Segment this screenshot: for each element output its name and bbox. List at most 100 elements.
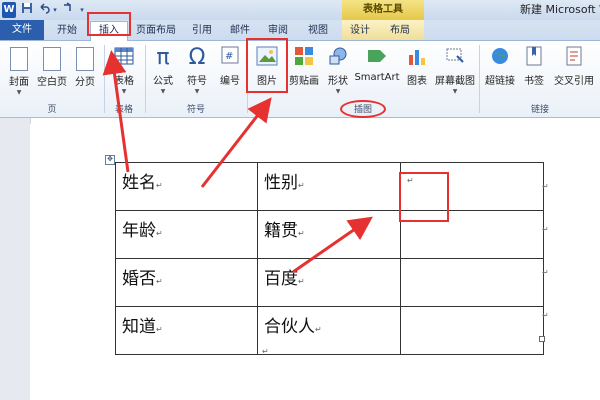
chevron-down-icon: ▼ bbox=[121, 88, 127, 95]
window-title: 新建 Microsoft Word bbox=[520, 3, 600, 16]
shapes-icon bbox=[327, 46, 349, 70]
pi-icon: π bbox=[156, 45, 170, 70]
paragraph-mark-icon: ↵ bbox=[156, 181, 163, 190]
end-of-row-mark-icon: ↵ bbox=[542, 311, 549, 320]
number-button[interactable]: # 编号 bbox=[216, 44, 244, 100]
clipart-button[interactable]: 剪贴画 bbox=[286, 44, 322, 100]
clipart-label: 剪贴画 bbox=[289, 76, 319, 87]
group-label-links: 链接 bbox=[530, 105, 549, 115]
annotation-box-picture-button bbox=[246, 38, 288, 93]
screenshot-icon bbox=[444, 46, 466, 70]
table-resize-handle[interactable] bbox=[539, 336, 545, 342]
page-break-label: 分页 bbox=[75, 77, 95, 88]
chevron-down-icon: ▼ bbox=[160, 88, 166, 95]
tab-file[interactable]: 文件 bbox=[0, 20, 44, 40]
document-table[interactable]: 姓名↵ 性别↵ ↵ 年龄↵ 籍贯↵ 婚否↵ 百度↵ 知道↵ 合伙人↵ bbox=[115, 162, 544, 355]
svg-text:#: # bbox=[225, 51, 233, 62]
end-of-row-mark-icon: ↵ bbox=[542, 182, 549, 191]
equation-button[interactable]: π 公式 ▼ bbox=[148, 44, 178, 100]
omega-icon: Ω bbox=[188, 45, 206, 70]
redo-icon[interactable] bbox=[62, 2, 74, 18]
tab-home[interactable]: 开始 bbox=[52, 22, 82, 40]
table-cell[interactable]: 年龄↵ bbox=[115, 210, 258, 259]
group-label-symbols: 符号 bbox=[186, 105, 205, 115]
table-row: 婚否↵ 百度↵ bbox=[115, 258, 544, 307]
save-icon[interactable] bbox=[20, 2, 33, 18]
customize-quick-access-icon[interactable]: ▾ bbox=[78, 2, 86, 18]
equation-label: 公式 bbox=[153, 76, 173, 87]
tab-view[interactable]: 视图 bbox=[304, 22, 332, 40]
table-cell[interactable] bbox=[400, 306, 544, 355]
chevron-down-icon: ▼ bbox=[452, 88, 458, 95]
cell-text: 籍贯 bbox=[264, 221, 298, 241]
paragraph-mark-icon: ↵ bbox=[315, 325, 322, 334]
cross-reference-button[interactable]: 交叉引用 bbox=[550, 44, 598, 100]
table-button[interactable]: 表格 ▼ bbox=[108, 44, 140, 100]
paragraph-mark-icon: ↵ bbox=[298, 277, 305, 286]
cell-text: 知道 bbox=[122, 317, 156, 337]
paragraph-mark-icon: ↵ bbox=[156, 277, 163, 286]
table-tools-context-title: 表格工具 bbox=[342, 0, 424, 20]
bookmark-label: 书签 bbox=[524, 76, 544, 87]
table-label: 表格 bbox=[114, 76, 134, 87]
blank-page-label: 空白页 bbox=[37, 77, 67, 88]
page-break-icon bbox=[76, 47, 94, 71]
shapes-button[interactable]: 形状 ▼ bbox=[324, 44, 352, 100]
undo-dropdown-icon[interactable]: ▾ bbox=[51, 2, 59, 18]
screenshot-button[interactable]: 屏幕截图 ▼ bbox=[432, 44, 478, 100]
paragraph-mark-icon: ↵ bbox=[298, 181, 305, 190]
paragraph-mark-icon: ↵ bbox=[298, 229, 305, 238]
cell-text: 合伙人 bbox=[264, 317, 315, 337]
table-cell[interactable]: 知道↵ bbox=[115, 306, 258, 355]
chevron-down-icon: ▼ bbox=[335, 88, 341, 95]
paragraph-mark-icon: ↵ bbox=[156, 229, 163, 238]
cell-text: 百度 bbox=[264, 269, 298, 289]
blank-page-icon bbox=[43, 47, 61, 71]
chart-button[interactable]: 图表 bbox=[402, 44, 432, 100]
globe-icon bbox=[489, 46, 511, 70]
bar-chart-icon bbox=[406, 46, 428, 70]
screenshot-label: 屏幕截图 bbox=[435, 76, 475, 87]
word-logo-icon: W bbox=[2, 2, 16, 18]
table-cell[interactable] bbox=[400, 258, 544, 307]
chevron-down-icon: ▼ bbox=[16, 89, 22, 96]
chevron-down-icon: ▼ bbox=[194, 88, 200, 95]
cover-page-label: 封面 bbox=[9, 77, 29, 88]
table-cell[interactable]: 合伙人↵ bbox=[257, 306, 401, 355]
blank-page-button[interactable]: 空白页 bbox=[34, 44, 70, 100]
table-row: 年龄↵ 籍贯↵ bbox=[115, 210, 544, 259]
hyperlink-label: 超链接 bbox=[485, 76, 515, 87]
tab-references[interactable]: 引用 bbox=[188, 22, 216, 40]
table-icon bbox=[113, 46, 135, 70]
cover-page-icon bbox=[10, 47, 28, 71]
tab-page-layout[interactable]: 页面布局 bbox=[132, 22, 180, 40]
table-move-handle-icon[interactable]: ✥ bbox=[105, 155, 115, 165]
smartart-icon bbox=[366, 46, 388, 70]
end-of-row-mark-icon: ↵ bbox=[542, 268, 549, 277]
table-cell[interactable]: 百度↵ bbox=[257, 258, 401, 307]
paragraph-mark-icon: ↵ bbox=[262, 347, 269, 356]
cell-text: 婚否 bbox=[122, 269, 156, 289]
cell-text: 年龄 bbox=[122, 221, 156, 241]
page-break-button[interactable]: 分页 bbox=[70, 44, 100, 100]
smartart-button[interactable]: SmartArt bbox=[354, 44, 400, 100]
symbol-label: 符号 bbox=[187, 76, 207, 87]
cover-page-button[interactable]: 封面 ▼ bbox=[4, 44, 34, 100]
undo-icon[interactable] bbox=[38, 2, 50, 18]
table-row: 知道↵ 合伙人↵ bbox=[115, 306, 544, 355]
table-cell[interactable]: 姓名↵ bbox=[115, 162, 258, 211]
table-cell[interactable]: 婚否↵ bbox=[115, 258, 258, 307]
clipart-icon bbox=[293, 46, 315, 70]
shapes-label: 形状 bbox=[328, 76, 348, 87]
table-cell[interactable]: 籍贯↵ bbox=[257, 210, 401, 259]
bookmark-icon bbox=[523, 46, 545, 70]
hyperlink-button[interactable]: 超链接 bbox=[482, 44, 518, 100]
bookmark-button[interactable]: 书签 bbox=[520, 44, 548, 100]
number-icon: # bbox=[219, 46, 241, 70]
symbol-button[interactable]: Ω 符号 ▼ bbox=[182, 44, 212, 100]
cell-text: 性别 bbox=[264, 173, 298, 193]
tab-table-design[interactable]: 设计 bbox=[344, 22, 376, 40]
tab-table-layout[interactable]: 布局 bbox=[384, 22, 416, 40]
table-cell[interactable]: 性别↵ bbox=[257, 162, 401, 211]
number-label: 编号 bbox=[220, 76, 240, 87]
